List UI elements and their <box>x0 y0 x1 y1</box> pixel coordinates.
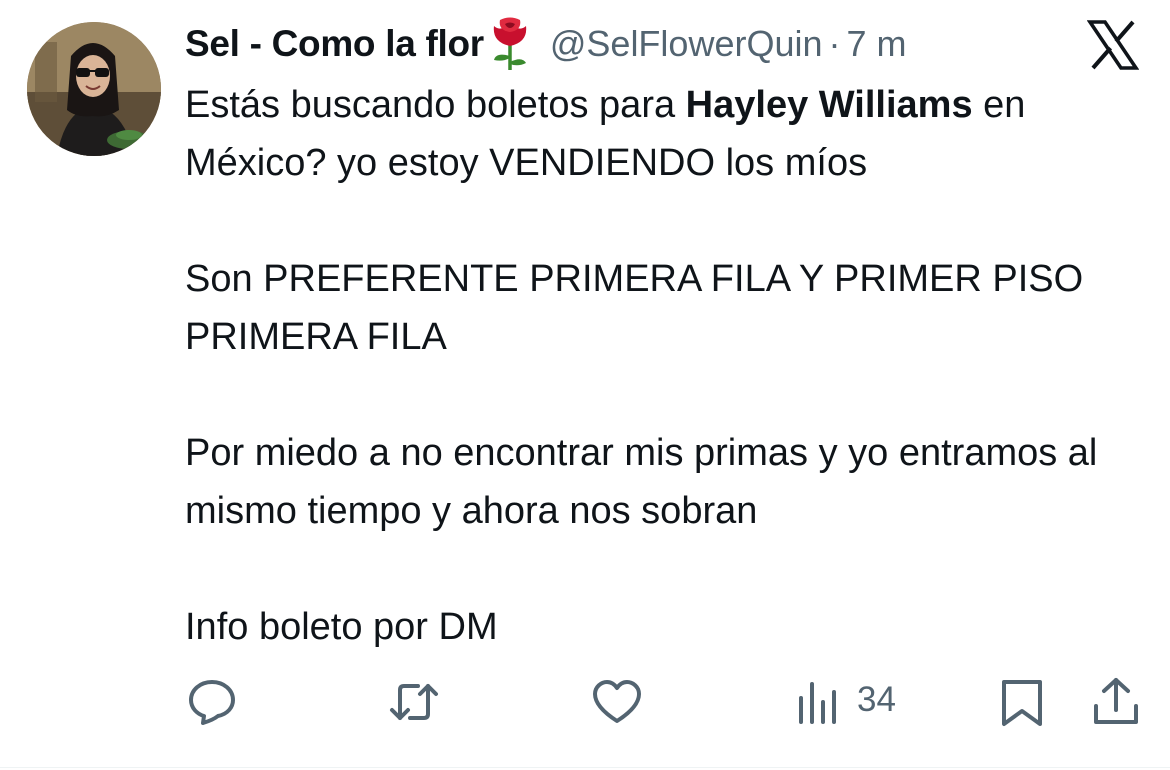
avatar[interactable] <box>27 22 161 156</box>
reply-icon[interactable] <box>186 676 238 728</box>
rose-icon <box>488 16 532 72</box>
tweet-text-intro: Estás buscando boletos para <box>185 84 686 126</box>
x-logo-icon <box>1086 19 1140 71</box>
timestamp[interactable]: 7 m <box>847 23 907 65</box>
tweet[interactable]: Sel - Como la flor @SelFlowerQuin · 7 m … <box>0 0 1170 770</box>
like-icon[interactable] <box>591 676 643 728</box>
separator-dot: · <box>828 23 841 64</box>
tweet-text-body: en México? yo estoy VENDIENDO los míos S… <box>185 84 1098 648</box>
bookmark-icon[interactable] <box>996 676 1048 728</box>
views-count[interactable]: 34 <box>857 680 896 720</box>
display-name[interactable]: Sel - Como la flor <box>185 23 484 65</box>
avatar-image <box>27 22 161 156</box>
action-bar: 34 <box>0 676 1170 732</box>
views-icon[interactable] <box>797 676 849 728</box>
user-handle[interactable]: @SelFlowerQuin <box>550 23 823 65</box>
divider <box>0 767 1170 768</box>
retweet-icon[interactable] <box>388 676 440 728</box>
tweet-text: Estás buscando boletos para Hayley Willi… <box>185 76 1145 656</box>
tweet-header: Sel - Como la flor @SelFlowerQuin · 7 m <box>185 16 907 72</box>
tweet-text-artist: Hayley Williams <box>685 84 973 126</box>
share-icon[interactable] <box>1090 676 1142 728</box>
